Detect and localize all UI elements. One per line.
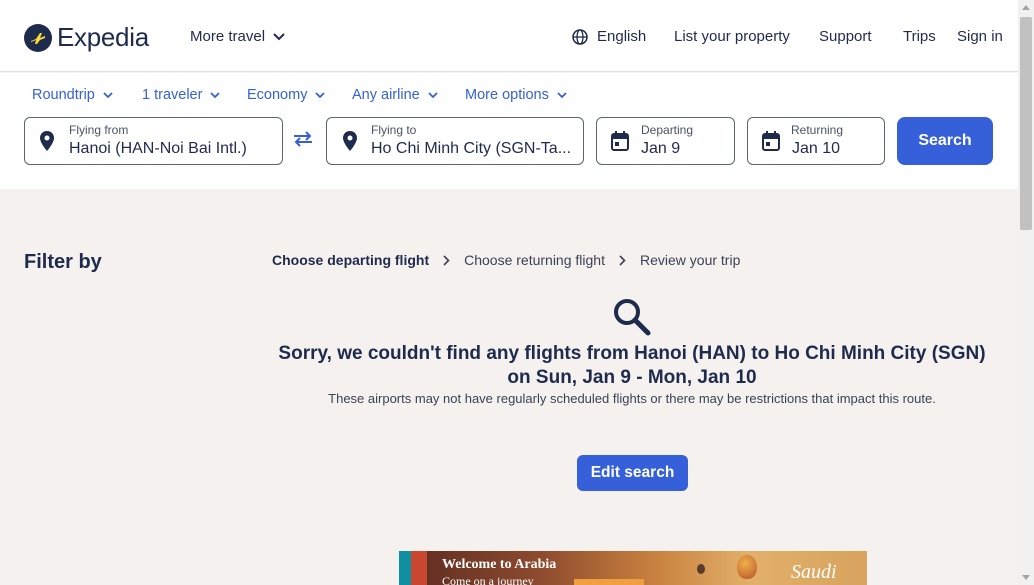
top-header: Expedia More travel English List your pr… <box>0 0 1018 72</box>
flying-to-label: Flying to <box>371 123 417 137</box>
scrollbar-thumb[interactable] <box>1020 17 1032 230</box>
ad-headline: Welcome to Arabia <box>442 557 557 572</box>
flying-from-value: Hanoi (HAN-Noi Bai Intl.) <box>69 140 247 157</box>
cabin-class-dropdown[interactable]: Economy <box>247 87 326 103</box>
airline-dropdown[interactable]: Any airline <box>352 87 438 103</box>
hot-air-balloon-icon <box>697 564 705 574</box>
chevron-down-icon <box>103 91 113 98</box>
plane-logo-icon <box>24 23 52 52</box>
edit-search-button[interactable]: Edit search <box>577 455 688 491</box>
expedia-logo[interactable]: Expedia <box>24 22 149 53</box>
scroll-up-arrow-icon[interactable] <box>1022 5 1030 10</box>
returning-value: Jan 10 <box>792 140 841 157</box>
location-pin-icon <box>40 131 54 151</box>
list-property-link[interactable]: List your property <box>674 28 790 45</box>
search-magnifier-icon <box>614 299 651 336</box>
location-pin-icon <box>343 131 357 151</box>
more-options-label: More options <box>465 87 549 103</box>
no-results-title-line2: on Sun, Jan 9 - Mon, Jan 10 <box>507 367 757 388</box>
support-link[interactable]: Support <box>819 28 872 45</box>
search-button[interactable]: Search <box>897 117 993 165</box>
departing-date-field[interactable]: Departing Jan 9 <box>596 117 735 165</box>
swap-airports-icon[interactable] <box>292 131 314 147</box>
flying-to-field[interactable]: Flying to Ho Chi Minh City (SGN-Ta... <box>326 117 584 165</box>
chevron-right-icon <box>619 254 626 266</box>
ad-rock-graphic <box>574 579 644 585</box>
chevron-down-icon <box>273 32 285 40</box>
ad-subline: Come on a journey <box>442 574 534 585</box>
scroll-down-arrow-icon[interactable] <box>1022 575 1030 580</box>
departing-value: Jan 9 <box>641 140 681 157</box>
breadcrumb-step-returning: Choose returning flight <box>464 252 605 268</box>
departing-label: Departing <box>641 123 694 137</box>
chevron-down-icon <box>315 91 326 98</box>
hot-air-balloon-icon <box>737 555 757 579</box>
trip-type-label: Roundtrip <box>32 87 95 103</box>
returning-label: Returning <box>791 123 844 137</box>
ad-brand-logo: Saudi <box>791 561 837 583</box>
ad-stripe <box>411 551 427 585</box>
advertisement-banner[interactable]: Welcome to Arabia Come on a journey Saud… <box>399 551 867 585</box>
no-results-title: Sorry, we couldn't find any flights from… <box>262 342 1002 390</box>
chevron-right-icon <box>443 254 450 266</box>
flying-from-field[interactable]: Flying from Hanoi (HAN-Noi Bai Intl.) <box>24 117 283 165</box>
language-selector[interactable]: English <box>572 28 646 45</box>
calendar-icon <box>762 131 780 151</box>
chevron-down-icon <box>428 91 438 98</box>
logo-text: Expedia <box>57 22 149 52</box>
page-scrollbar[interactable] <box>1018 0 1034 585</box>
airline-label: Any airline <box>352 87 420 103</box>
ad-stripe <box>399 551 411 585</box>
cabin-class-label: Economy <box>247 87 308 103</box>
breadcrumb-step-departing: Choose departing flight <box>272 252 430 268</box>
calendar-icon <box>611 131 629 151</box>
breadcrumb: Choose departing flight Choose returning… <box>272 252 740 268</box>
travelers-dropdown[interactable]: 1 traveler <box>142 87 221 103</box>
no-results-title-line1: Sorry, we couldn't find any flights from… <box>278 343 986 364</box>
trips-link[interactable]: Trips <box>903 28 936 45</box>
chevron-down-icon <box>210 91 221 98</box>
no-results-subtitle: These airports may not have regularly sc… <box>328 391 936 406</box>
breadcrumb-step-review: Review your trip <box>639 252 741 268</box>
filter-heading: Filter by <box>24 251 102 273</box>
flying-from-label: Flying from <box>69 123 129 137</box>
more-travel-menu[interactable]: More travel <box>190 28 285 45</box>
flying-to-value: Ho Chi Minh City (SGN-Ta... <box>371 140 572 157</box>
globe-icon <box>572 28 588 45</box>
more-travel-label: More travel <box>190 28 266 45</box>
sign-in-link[interactable]: Sign in <box>957 28 1003 45</box>
returning-date-field[interactable]: Returning Jan 10 <box>747 117 885 165</box>
chevron-down-icon <box>557 91 567 98</box>
travelers-label: 1 traveler <box>142 87 203 103</box>
language-label: English <box>597 28 647 45</box>
trip-type-dropdown[interactable]: Roundtrip <box>32 87 113 103</box>
flight-search-panel: Roundtrip 1 traveler Economy Any airline… <box>0 73 1018 189</box>
more-options-dropdown[interactable]: More options <box>465 87 567 103</box>
